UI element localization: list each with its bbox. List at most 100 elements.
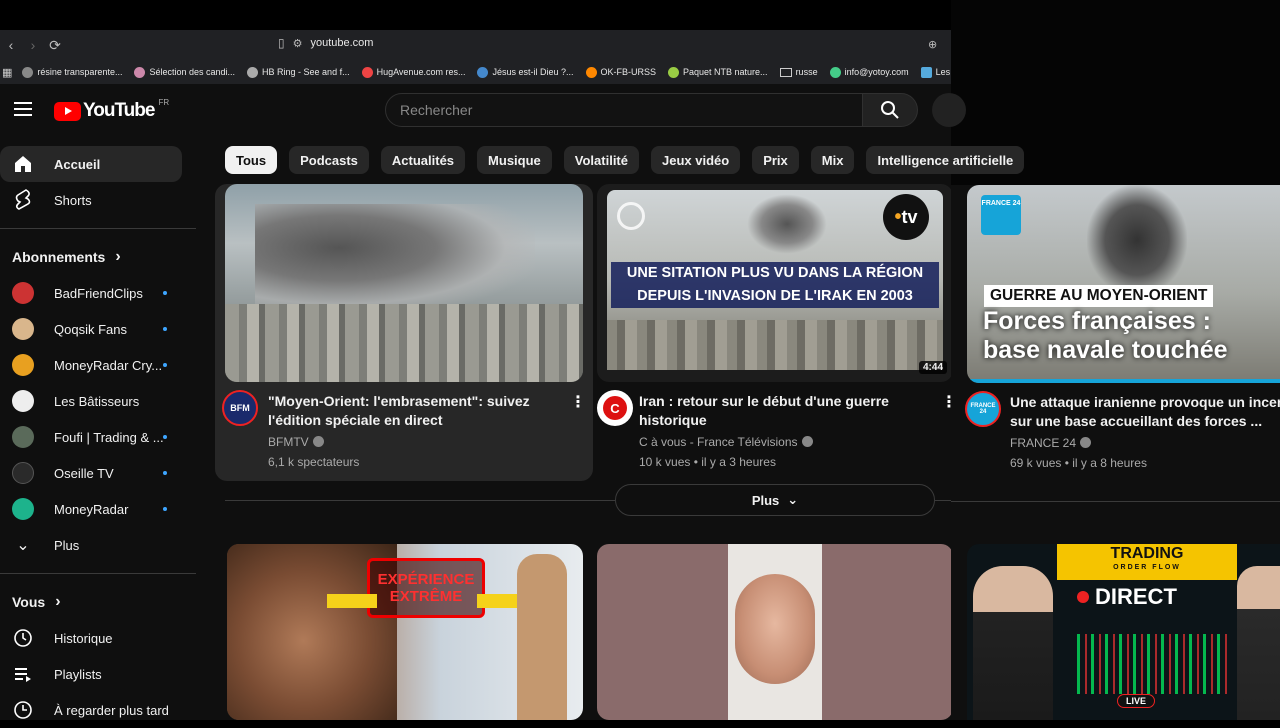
channel-avatar xyxy=(12,498,34,520)
sidebar-item-history[interactable]: Historique xyxy=(0,620,200,656)
channel-avatar[interactable]: BFM xyxy=(222,390,258,426)
verified-icon xyxy=(312,436,324,447)
bookmark-item[interactable]: Jésus est-il Dieu ?... xyxy=(477,66,574,78)
you-title[interactable]: Vous › xyxy=(0,584,200,620)
channel-avatar xyxy=(12,318,34,340)
apps-grid-icon[interactable]: ▦ xyxy=(2,66,12,79)
search-button[interactable] xyxy=(862,93,918,127)
bookmark-item[interactable]: info@yotoy.com xyxy=(829,66,909,78)
section-divider-right xyxy=(951,501,1280,502)
channel-avatar xyxy=(12,282,34,304)
bookmark-item[interactable]: Les conc xyxy=(920,66,951,78)
video-channel[interactable]: BFMTV xyxy=(268,432,324,452)
youtube-page-right: FRANCE 24 GUERRE AU MOYEN-ORIENT Forces … xyxy=(951,185,1280,720)
zoom-icon[interactable]: ⊕ xyxy=(928,38,937,51)
chip-podcasts[interactable]: Podcasts xyxy=(289,146,369,174)
sidebar-item-home[interactable]: Accueil xyxy=(0,146,182,182)
forward-icon[interactable]: › xyxy=(22,34,44,56)
bookmark-item[interactable]: résine transparente... xyxy=(22,66,122,78)
chip-tous[interactable]: Tous xyxy=(225,146,278,174)
sidebar-item-watch-later[interactable]: À regarder plus tard xyxy=(0,692,200,728)
sidebar-subscription[interactable]: BadFriendClips xyxy=(0,275,200,311)
video-duration: 4:44 xyxy=(918,361,947,374)
channel-avatar xyxy=(12,426,34,448)
video-meta: 6,1 k spectateurs xyxy=(268,455,360,469)
progress-bar xyxy=(967,379,1280,383)
sidebar-subscription[interactable]: Oseille TV xyxy=(0,455,200,491)
chip-mix[interactable]: Mix xyxy=(810,146,855,174)
chevron-right-icon: › xyxy=(55,593,61,610)
sidebar-subscription[interactable]: MoneyRadar Cry... xyxy=(0,347,200,383)
youtube-logo[interactable]: YouTube FR xyxy=(54,98,169,122)
video-title[interactable]: "Moyen-Orient: l'embrasement": suivez l'… xyxy=(268,392,558,430)
video-channel[interactable]: FRANCE 24 xyxy=(1010,433,1092,453)
chip-volatilite[interactable]: Volatilité xyxy=(563,146,639,174)
video-thumbnail[interactable]: EXPÉRIENCE EXTRÊME xyxy=(227,544,583,720)
video-thumbnail[interactable]: FRANCE 24 GUERRE AU MOYEN-ORIENT Forces … xyxy=(967,185,1280,383)
trading-banner: TRADING ORDER FLOW xyxy=(1057,544,1237,580)
verified-icon xyxy=(801,436,813,447)
video-meta: 69 k vues • il y a 8 heures xyxy=(1010,456,1147,470)
bookmark-item[interactable]: Paquet NTB nature... xyxy=(668,66,768,78)
history-icon xyxy=(12,627,34,649)
chip-prix[interactable]: Prix xyxy=(752,146,799,174)
back-icon[interactable]: ‹ xyxy=(0,34,22,56)
search-icon xyxy=(881,101,899,119)
video-channel[interactable]: C à vous - France Télévisions xyxy=(639,432,813,452)
chip-jeux-video[interactable]: Jeux vidéo xyxy=(651,146,741,174)
more-options-icon[interactable]: ⋮ xyxy=(570,392,586,412)
menu-icon[interactable] xyxy=(14,102,32,120)
sidebar-item-shorts[interactable]: Shorts xyxy=(0,182,200,218)
channel-avatar xyxy=(12,462,34,484)
bookmark-item[interactable]: HB Ring - See and f... xyxy=(247,66,350,78)
chip-ia[interactable]: Intelligence artificielle xyxy=(866,146,1025,174)
video-thumbnail[interactable] xyxy=(597,544,953,720)
bookmark-item[interactable]: HugAvenue.com res... xyxy=(361,66,465,78)
new-content-dot xyxy=(163,327,167,331)
thumb-banner: UNE SITATION PLUS VU DANS LA RÉGION DEPU… xyxy=(611,262,939,308)
experience-badge: EXPÉRIENCE EXTRÊME xyxy=(367,558,485,618)
sidebar-divider xyxy=(0,228,196,229)
video-thumbnail[interactable] xyxy=(225,184,583,382)
sidebar-subscription[interactable]: Foufi | Trading & ... xyxy=(0,419,200,455)
chip-actualites[interactable]: Actualités xyxy=(380,146,466,174)
subscriptions-title[interactable]: Abonnements › xyxy=(0,239,200,275)
sidebar-item-playlists[interactable]: Playlists xyxy=(0,656,200,692)
chip-musique[interactable]: Musique xyxy=(477,146,552,174)
youtube-play-icon xyxy=(54,101,81,121)
voice-search-button[interactable] xyxy=(932,93,966,127)
sidebar-subscription[interactable]: Qoqsik Fans xyxy=(0,311,200,347)
folder-icon xyxy=(779,67,792,77)
tv-logo-badge: • tv xyxy=(883,194,929,240)
chevron-down-icon: ⌄ xyxy=(787,492,799,507)
bookmark-favicon-icon xyxy=(477,66,489,78)
sidebar-subscription[interactable]: MoneyRadar xyxy=(0,491,200,527)
bookmark-item[interactable]: OK-FB-URSS xyxy=(585,66,656,78)
face-image xyxy=(735,574,815,684)
video-title[interactable]: Iran : retour sur le début d'une guerre … xyxy=(639,392,929,430)
bookmarks-bar: ▦ résine transparente... Sélection des c… xyxy=(0,60,951,84)
channel-avatar[interactable]: FRANCE 24 xyxy=(965,391,1001,427)
sidebar-more[interactable]: ⌄ Plus xyxy=(0,527,200,563)
c-logo-icon xyxy=(617,202,645,230)
video-title[interactable]: Une attaque iranienne provoque un incend… xyxy=(1010,393,1280,431)
bookmark-item[interactable]: russe xyxy=(779,67,818,77)
thumb-banner: GUERRE AU MOYEN-ORIENT xyxy=(984,285,1214,307)
sidebar-subscription[interactable]: Les Bâtisseurs xyxy=(0,383,200,419)
show-more-button[interactable]: Plus ⌄ xyxy=(615,484,935,516)
reload-icon[interactable]: ⟳ xyxy=(44,34,66,56)
arrow-icon xyxy=(327,594,377,608)
address-bar[interactable]: ▯ ⚙ youtube.com xyxy=(278,36,373,50)
city-buildings xyxy=(607,320,943,370)
bookmark-favicon-icon xyxy=(829,66,841,78)
bookmark-star-icon[interactable]: ▯ xyxy=(278,36,285,50)
bookmark-item[interactable]: Sélection des candi... xyxy=(134,66,235,78)
new-content-dot xyxy=(163,363,167,367)
search-input[interactable]: Rechercher xyxy=(385,93,863,127)
site-info-icon[interactable]: ⚙ xyxy=(293,37,303,50)
video-thumbnail[interactable]: TRADING ORDER FLOW DIRECT LIVE xyxy=(967,544,1280,720)
new-content-dot xyxy=(163,435,167,439)
price-chart xyxy=(1077,634,1227,694)
video-thumbnail[interactable]: • tv UNE SITATION PLUS VU DANS LA RÉGION … xyxy=(597,184,953,382)
channel-avatar[interactable]: C xyxy=(597,390,633,426)
